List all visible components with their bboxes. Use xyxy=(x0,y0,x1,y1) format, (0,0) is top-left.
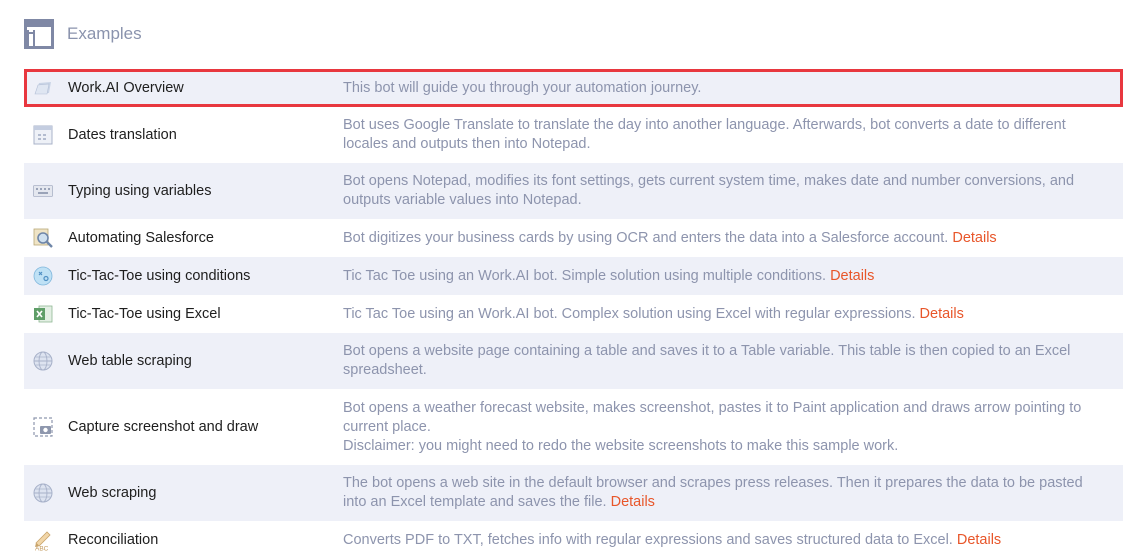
example-description: Tic Tac Toe using an Work.AI bot. Comple… xyxy=(343,305,964,322)
example-description: Bot opens a weather forecast website, ma… xyxy=(343,399,1082,454)
example-row-capture-screenshot[interactable]: Capture screenshot and draw Bot opens a … xyxy=(24,389,1123,465)
details-link[interactable]: Details xyxy=(611,494,655,510)
globe-icon xyxy=(32,350,54,372)
example-name: Dates translation xyxy=(68,127,177,143)
document-icon xyxy=(32,77,54,99)
example-description: Bot opens Notepad, modifies its font set… xyxy=(343,173,1075,208)
example-row-automating-salesforce[interactable]: Automating Salesforce Bot digitizes your… xyxy=(24,219,1123,257)
example-row-work-ai-overview[interactable]: Work.AI Overview This bot will guide you… xyxy=(24,69,1123,107)
example-row-dates-translation[interactable]: Dates translation Bot uses Google Transl… xyxy=(24,107,1123,163)
example-row-tic-tac-toe-conditions[interactable]: Tic-Tac-Toe using conditions Tic Tac Toe… xyxy=(24,257,1123,295)
excel-icon xyxy=(32,303,54,325)
example-name: Reconciliation xyxy=(68,532,159,548)
example-name: Web scraping xyxy=(68,485,157,501)
abc-pencil-icon: ABC xyxy=(32,529,54,551)
details-link[interactable]: Details xyxy=(957,532,1001,548)
example-description: The bot opens a web site in the default … xyxy=(343,475,1083,510)
example-row-web-table-scraping[interactable]: Web table scraping Bot opens a website p… xyxy=(24,333,1123,389)
keyboard-icon xyxy=(32,180,54,202)
example-description: Converts PDF to TXT, fetches info with r… xyxy=(343,531,1002,548)
example-description: This bot will guide you through your aut… xyxy=(343,79,702,96)
window-layout-icon xyxy=(24,19,54,49)
calendar-icon xyxy=(32,124,54,146)
example-name: Capture screenshot and draw xyxy=(68,419,259,435)
globe-icon xyxy=(32,482,54,504)
examples-header: Examples xyxy=(24,19,142,49)
example-row-reconciliation[interactable]: ABC Reconciliation Converts PDF to TXT, … xyxy=(24,521,1123,559)
camera-capture-icon xyxy=(32,416,54,438)
example-name: Web table scraping xyxy=(68,353,192,369)
details-link[interactable]: Details xyxy=(830,268,874,284)
example-row-typing-using-variables[interactable]: Typing using variables Bot opens Notepad… xyxy=(24,163,1123,219)
example-description: Bot uses Google Translate to translate t… xyxy=(343,117,1066,152)
example-description: Bot opens a website page containing a ta… xyxy=(343,343,1071,378)
tic-tac-toe-icon xyxy=(32,265,54,287)
page-title: Examples xyxy=(67,24,142,43)
details-link[interactable]: Details xyxy=(920,306,964,322)
example-name: Tic-Tac-Toe using Excel xyxy=(68,306,221,322)
example-row-tic-tac-toe-excel[interactable]: Tic-Tac-Toe using Excel Tic Tac Toe usin… xyxy=(24,295,1123,333)
details-link[interactable]: Details xyxy=(952,230,996,246)
ocr-scan-icon xyxy=(32,227,54,249)
example-name: Automating Salesforce xyxy=(68,230,214,246)
example-name: Tic-Tac-Toe using conditions xyxy=(68,268,251,284)
svg-text:ABC: ABC xyxy=(35,546,49,552)
example-name: Work.AI Overview xyxy=(68,80,184,96)
example-description: Bot digitizes your business cards by usi… xyxy=(343,229,997,246)
example-name: Typing using variables xyxy=(68,183,212,199)
example-description: Tic Tac Toe using an Work.AI bot. Simple… xyxy=(343,267,875,284)
example-row-web-scraping[interactable]: Web scraping The bot opens a web site in… xyxy=(24,465,1123,521)
examples-list: Work.AI Overview This bot will guide you… xyxy=(24,69,1123,559)
